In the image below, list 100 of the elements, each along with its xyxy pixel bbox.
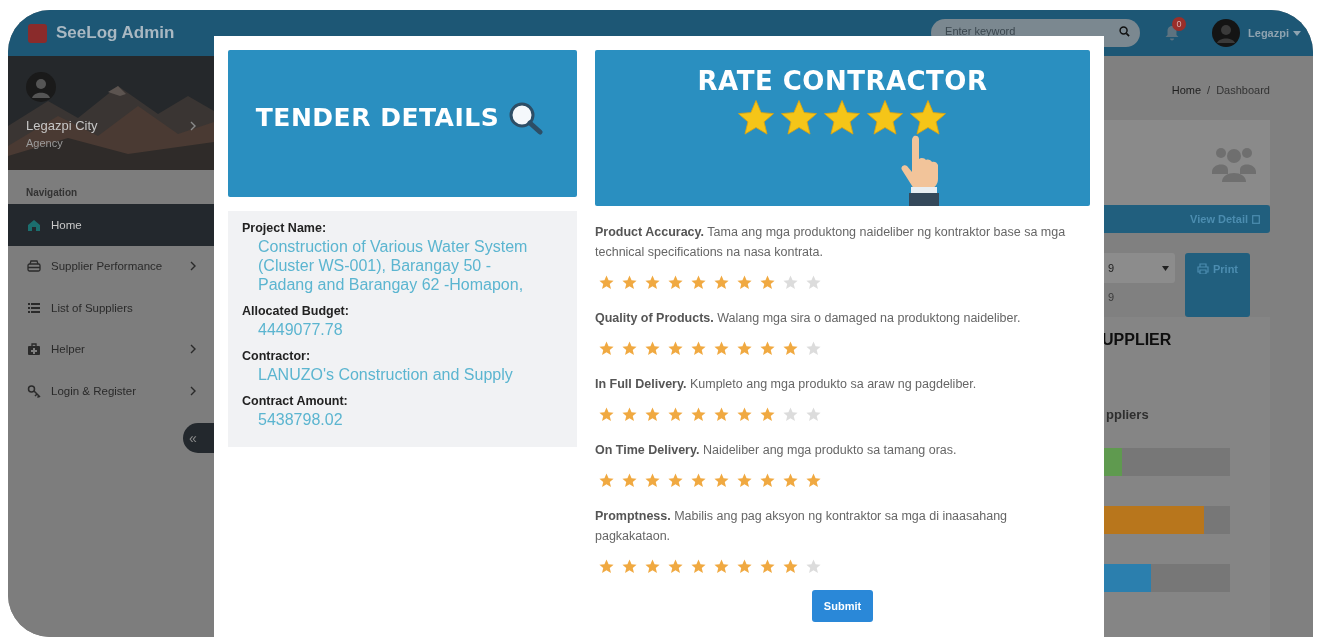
search-icon[interactable] (1119, 26, 1131, 37)
field-value: Construction of Various Water System (Cluster WS-001), Barangay 50 - Padang and Barangay 62 -Homapon, (257, 237, 529, 294)
filled-star-icon[interactable] (644, 472, 661, 489)
caret-icon (1162, 265, 1169, 271)
notification-badge: 0 (1172, 17, 1187, 31)
filled-star-icon[interactable] (690, 274, 707, 291)
tray-icon (27, 259, 41, 274)
filled-star-icon[interactable] (782, 558, 799, 575)
banner-title: RATE CONTRACTOR (697, 66, 988, 96)
medkit-icon (27, 342, 41, 357)
filled-star-icon[interactable] (713, 558, 730, 575)
criterion-text: Product Accuracy. Tama ang mga produktong naideliber ng kontraktor base sa mga technical specifications na nasa kontrata. (595, 224, 1067, 261)
nav-item[interactable]: Login & Register (8, 370, 214, 412)
filled-star-icon[interactable] (621, 406, 638, 423)
filled-star-icon[interactable] (805, 472, 822, 489)
banner-title: TENDER DETAILS (255, 103, 500, 132)
criterion-text: On Time Delivery. Naideliber ang mga produkto sa tamang oras. (595, 442, 958, 459)
filled-star-icon[interactable] (759, 558, 776, 575)
filled-star-icon[interactable] (667, 340, 684, 357)
panel-subtitle: ppliers (1106, 407, 1150, 422)
chevron-icon (190, 261, 196, 272)
chevron-icon (190, 385, 196, 396)
breadcrumb-separator: / (1207, 84, 1211, 98)
nav-item[interactable]: Supplier Performance (8, 245, 214, 287)
search-field[interactable]: Enter keyword (945, 24, 1120, 37)
criterion-text: Quality of Products. Walang mga sira o damaged na produktong naideliber. (595, 310, 1022, 327)
filled-star-icon[interactable] (713, 274, 730, 291)
user-menu[interactable]: Legazpi (1248, 27, 1289, 39)
filled-star-icon[interactable] (759, 472, 776, 489)
filled-star-icon[interactable] (713, 340, 730, 357)
filled-star-icon[interactable] (736, 274, 753, 291)
field-label: Project Name: (242, 221, 328, 235)
section-label: Navigation (25, 186, 79, 200)
filled-star-icon[interactable] (667, 558, 684, 575)
filled-star-icon[interactable] (690, 472, 707, 489)
avatar-icon (26, 72, 56, 102)
filled-star-icon[interactable] (736, 406, 753, 423)
select-note: 9 (1107, 290, 1116, 303)
filled-star-icon[interactable] (667, 406, 684, 423)
empty-star-icon[interactable] (782, 406, 799, 423)
chevron-icon (190, 344, 196, 355)
avatar-icon[interactable] (1212, 19, 1241, 47)
filled-star-icon[interactable] (621, 274, 638, 291)
filled-star-icon[interactable] (598, 406, 615, 423)
empty-star-icon[interactable] (805, 406, 822, 423)
list-icon (27, 300, 41, 315)
nav-item[interactable]: List of Suppliers (8, 287, 214, 329)
caret-icon[interactable] (1293, 30, 1301, 36)
filled-star-icon[interactable] (644, 340, 661, 357)
filled-star-icon[interactable] (621, 558, 638, 575)
empty-star-icon[interactable] (805, 274, 822, 291)
empty-star-icon[interactable] (782, 274, 799, 291)
chevron-icon (190, 120, 196, 131)
filled-star-icon[interactable] (713, 472, 730, 489)
home-icon (27, 217, 41, 232)
filled-star-icon[interactable] (782, 340, 799, 357)
breadcrumb-link[interactable]: Home (1171, 84, 1202, 120)
field-label: Contract Amount: (242, 394, 349, 408)
logo-icon (28, 23, 47, 43)
filled-star-icon[interactable] (621, 472, 638, 489)
filled-star-icon[interactable] (690, 340, 707, 357)
year-select[interactable]: 9 (1104, 253, 1175, 283)
profile-name: Legazpi City (26, 118, 98, 133)
filled-star-icon[interactable] (690, 406, 707, 423)
empty-star-icon[interactable] (805, 558, 822, 575)
nav-item[interactable]: Home (8, 204, 214, 246)
filled-star-icon[interactable] (598, 472, 615, 489)
filled-star-icon[interactable] (621, 340, 638, 357)
filled-star-icon[interactable] (598, 340, 615, 357)
filled-star-icon[interactable] (736, 340, 753, 357)
empty-star-icon[interactable] (805, 340, 822, 357)
filled-star-icon[interactable] (713, 406, 730, 423)
filled-star-icon[interactable] (598, 558, 615, 575)
field-value: 4449077.78 (257, 320, 344, 339)
key-icon (27, 383, 41, 398)
square-icon (1252, 214, 1260, 224)
breadcrumb-current: Dashboard (1216, 84, 1270, 98)
printer-icon (1196, 263, 1209, 274)
profile-role: Agency (26, 137, 64, 149)
filled-star-icon[interactable] (759, 340, 776, 357)
filled-star-icon[interactable] (644, 274, 661, 291)
filled-star-icon[interactable] (644, 558, 661, 575)
field-label: Allocated Budget: (242, 304, 350, 318)
filled-star-icon[interactable] (667, 274, 684, 291)
filled-star-icon[interactable] (644, 406, 661, 423)
filled-star-icon[interactable] (782, 472, 799, 489)
panel-title: UPPLIER (1102, 331, 1173, 349)
nav-item[interactable]: Helper (8, 328, 214, 370)
filled-star-icon[interactable] (759, 406, 776, 423)
field-label: Contractor: (242, 349, 312, 363)
criterion-text: In Full Delivery. Kumpleto ang mga produkto sa araw ng pagdeliber. (595, 376, 978, 393)
filled-star-icon[interactable] (736, 558, 753, 575)
criterion-text: Promptness. Mabilis ang pag aksyon ng kontraktor sa mga di inaasahang pagkakataon. (595, 508, 1009, 545)
filled-star-icon[interactable] (598, 274, 615, 291)
field-value: 5438798.02 (257, 410, 344, 429)
submit-button[interactable]: Submit (811, 590, 874, 622)
filled-star-icon[interactable] (736, 472, 753, 489)
filled-star-icon[interactable] (667, 472, 684, 489)
filled-star-icon[interactable] (759, 274, 776, 291)
filled-star-icon[interactable] (690, 558, 707, 575)
